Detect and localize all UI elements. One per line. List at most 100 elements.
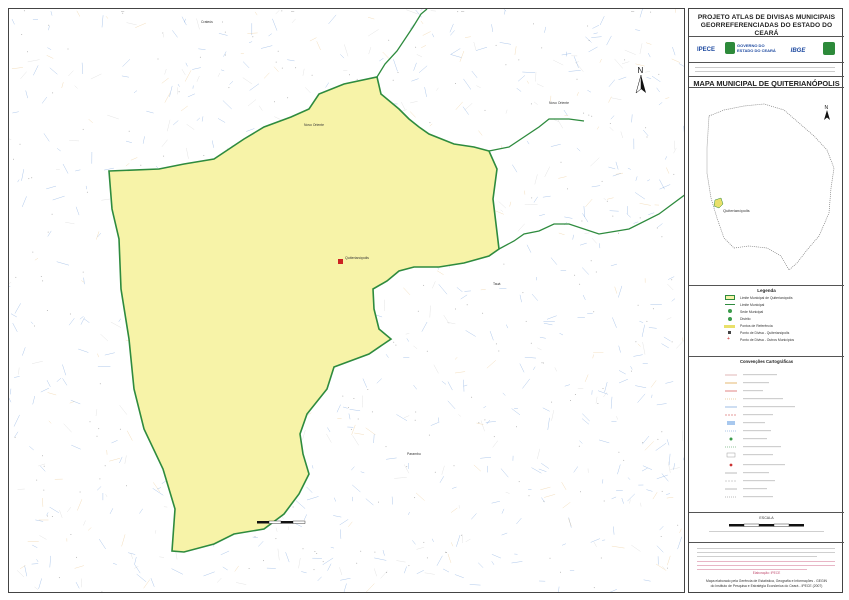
seat-marker[interactable] — [338, 259, 343, 264]
map-line-feature — [42, 497, 44, 507]
map-line-feature — [644, 441, 654, 451]
map-line-feature — [52, 195, 65, 201]
map-line-feature — [432, 281, 436, 289]
map-line-feature — [656, 474, 668, 480]
main-map[interactable]: Quiterianópolis Novo Oriente Novo Orient… — [8, 8, 685, 593]
map-line-feature — [374, 568, 377, 577]
map-line-feature — [9, 282, 12, 284]
map-point-feature — [658, 73, 660, 75]
map-line-feature — [17, 488, 25, 490]
map-point-feature — [600, 557, 602, 559]
map-point-feature — [397, 72, 399, 73]
ceara-emblem — [725, 42, 735, 54]
map-line-feature — [539, 336, 546, 339]
map-line-feature — [301, 571, 307, 574]
map-line-feature — [661, 473, 669, 482]
map-point-feature — [356, 78, 358, 80]
map-line-feature — [501, 532, 508, 536]
map-line-feature — [119, 405, 128, 415]
map-line-feature — [98, 538, 106, 550]
map-point-feature — [606, 200, 608, 202]
map-line-feature — [476, 422, 484, 425]
map-point-feature — [89, 421, 91, 423]
map-line-feature — [519, 363, 525, 373]
map-line-feature — [504, 10, 506, 15]
map-point-feature — [316, 553, 318, 554]
map-line-feature — [635, 176, 638, 181]
map-line-feature — [558, 586, 560, 592]
map-point-feature — [581, 220, 583, 222]
map-point-feature — [86, 191, 88, 193]
map-point-feature — [357, 418, 359, 420]
map-line-feature — [573, 56, 579, 68]
map-line-feature — [544, 26, 547, 33]
map-line-feature — [645, 71, 651, 73]
map-line-feature — [500, 468, 509, 478]
map-line-feature — [351, 424, 356, 435]
map-line-feature — [97, 353, 99, 358]
map-line-feature — [258, 541, 264, 547]
map-line-feature — [46, 55, 54, 59]
map-line-feature — [32, 544, 38, 548]
map-point-feature — [295, 67, 297, 69]
map-line-feature — [268, 33, 272, 37]
map-point-feature — [574, 394, 576, 395]
map-line-feature — [611, 97, 622, 100]
legend-item-3: Distrito — [740, 317, 751, 321]
location-inset-box[interactable]: Quiterianópolis N — [689, 88, 844, 286]
map-line-feature — [679, 528, 682, 533]
map-line-feature — [83, 318, 90, 323]
map-line-feature — [550, 143, 561, 147]
map-line-feature — [273, 66, 279, 72]
map-line-feature — [489, 331, 494, 341]
location-inset-map[interactable]: Quiterianópolis N — [689, 88, 844, 286]
map-line-feature — [362, 378, 368, 388]
legend-box: Legenda Limite Municipal de Quiterianópo… — [689, 286, 844, 357]
map-line-feature — [465, 538, 471, 542]
map-line-feature — [295, 500, 306, 509]
map-line-feature — [104, 352, 115, 356]
map-point-feature — [542, 362, 544, 364]
map-line-feature — [485, 421, 496, 423]
map-canvas[interactable]: Quiterianópolis Novo Oriente Novo Orient… — [9, 9, 685, 593]
map-point-feature — [482, 312, 484, 314]
map-line-feature — [492, 440, 498, 448]
map-line-feature — [413, 345, 418, 349]
map-line-feature — [639, 203, 651, 206]
map-line-feature — [582, 213, 589, 223]
map-line-feature — [169, 85, 173, 97]
map-line-feature — [441, 381, 447, 385]
map-line-feature — [330, 546, 335, 549]
credits-rule-1 — [695, 67, 835, 68]
map-line-feature — [618, 285, 623, 298]
map-line-feature — [181, 16, 187, 26]
legend-symbol-boundary — [725, 304, 735, 305]
map-point-feature — [646, 320, 648, 322]
map-line-feature — [272, 18, 278, 31]
map-line-feature — [354, 432, 365, 435]
map-line-feature — [133, 90, 138, 93]
map-line-feature — [643, 579, 651, 582]
map-line-feature — [192, 67, 201, 70]
map-line-feature — [220, 550, 230, 556]
map-point-feature — [588, 39, 590, 41]
map-line-feature — [480, 456, 492, 459]
municipality-polygon[interactable] — [108, 76, 500, 553]
map-line-feature — [143, 579, 150, 589]
project-title-line2: GEORREFERENCIADAS DO ESTADO DO CEARÁ — [700, 22, 833, 37]
inset-quiterianopolis[interactable] — [713, 197, 724, 209]
map-point-feature — [51, 516, 53, 517]
map-point-feature — [631, 370, 632, 372]
map-line-feature — [647, 179, 651, 182]
credits-top-box — [689, 63, 844, 77]
map-point-feature — [576, 78, 578, 80]
map-line-feature — [557, 119, 563, 129]
logos-box: IPECE GOVERNO DO ESTADO DO CEARÁ IBGE — [689, 37, 844, 63]
map-line-feature — [442, 568, 450, 573]
map-point-feature — [367, 389, 369, 390]
map-line-feature — [436, 87, 439, 91]
map-line-feature — [451, 486, 457, 489]
map-point-feature — [47, 231, 49, 233]
map-line-feature — [18, 367, 20, 375]
map-line-feature — [463, 78, 472, 90]
